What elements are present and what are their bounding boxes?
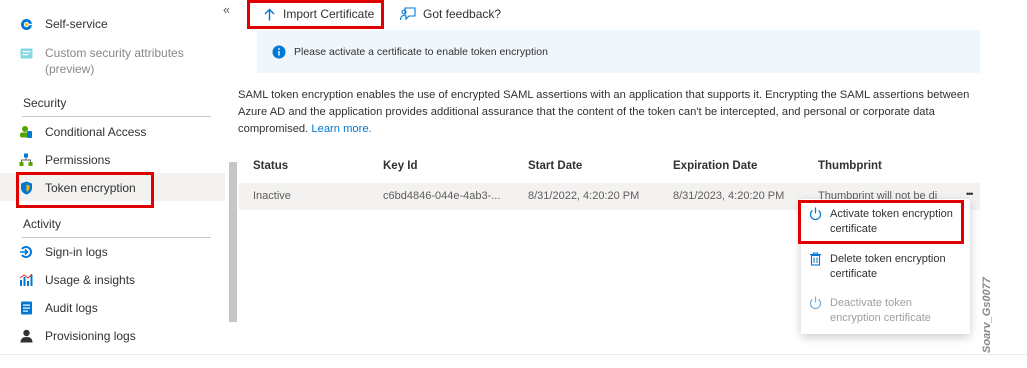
divider [0, 354, 1027, 355]
sidebar-item-conditional-access[interactable]: Conditional Access [18, 124, 146, 140]
context-menu: Activate token encryption certificate De… [801, 199, 970, 334]
power-icon [809, 296, 823, 326]
sidebar-item-permissions[interactable]: Permissions [18, 152, 110, 168]
custom-attributes-icon [18, 45, 34, 61]
cell-expiration-date: 8/31/2023, 4:20:20 PM [673, 190, 785, 202]
cell-status: Inactive [253, 190, 291, 202]
sidebar-item-label: Token encryption [45, 181, 136, 195]
menu-item-label: Delete token encryption certificate [830, 253, 946, 280]
trash-icon [809, 252, 823, 282]
menu-item-delete[interactable]: Delete token encryption certificate [809, 252, 960, 282]
sidebar-item-label: Custom security attributes (preview) [45, 46, 184, 76]
sidebar-item-label: Permissions [45, 153, 111, 167]
learn-more-link[interactable]: Learn more. [311, 123, 371, 135]
sidebar-item-custom-security-attributes[interactable]: Custom security attributes (preview) [18, 45, 184, 77]
column-header-status[interactable]: Status [253, 160, 288, 172]
upload-arrow-icon [264, 8, 275, 21]
section-heading-activity: Activity [23, 217, 62, 231]
menu-item-label: Deactivate token encryption certificate [830, 297, 931, 324]
cell-key-id: c6bd4846-044e-4ab3-... [383, 190, 501, 202]
sidebar-item-label: Audit logs [45, 301, 98, 315]
divider [22, 116, 211, 117]
info-banner: Please activate a certificate to enable … [257, 30, 980, 73]
import-certificate-button[interactable]: Import Certificate [255, 1, 383, 27]
sidebar-item-token-encryption[interactable]: Token encryption [18, 180, 136, 196]
column-header-expiration-date[interactable]: Expiration Date [673, 160, 757, 172]
sidebar-scrollbar-thumb[interactable] [229, 162, 237, 322]
sidebar-item-label: Provisioning logs [45, 329, 136, 343]
feedback-button[interactable]: Got feedback? [400, 6, 501, 21]
feedback-icon [400, 6, 416, 21]
watermark: Soarv_Gs0077 [981, 276, 993, 353]
sidebar-item-label: Usage & insights [45, 273, 136, 287]
sidebar-item-usage-insights[interactable]: Usage & insights [18, 272, 135, 288]
permissions-icon [18, 152, 34, 168]
user-icon [18, 328, 34, 344]
sidebar-nav: Self-service Custom security attributes … [0, 0, 225, 352]
menu-item-label: Activate token encryption certificate [830, 208, 953, 235]
power-icon [809, 207, 823, 237]
column-header-start-date[interactable]: Start Date [528, 160, 582, 172]
sidebar-item-provisioning-logs[interactable]: Provisioning logs [18, 328, 136, 344]
banner-text: Please activate a certificate to enable … [294, 45, 548, 58]
sidebar-item-sign-in-logs[interactable]: Sign-in logs [18, 244, 108, 260]
sidebar-item-self-service[interactable]: Self-service [18, 16, 108, 32]
sidebar-item-label: Conditional Access [45, 125, 147, 139]
sidebar-item-audit-logs[interactable]: Audit logs [18, 300, 98, 316]
import-certificate-label: Import Certificate [283, 7, 375, 21]
sidebar-item-label: Self-service [45, 17, 108, 31]
section-heading-security: Security [23, 96, 67, 110]
column-header-thumbprint[interactable]: Thumbprint [818, 160, 882, 172]
divider [22, 237, 211, 238]
sidebar-item-label: Sign-in logs [45, 245, 108, 259]
cell-start-date: 8/31/2022, 4:20:20 PM [528, 190, 640, 202]
sign-in-icon [18, 244, 34, 260]
conditional-access-icon [18, 124, 34, 140]
more-options-icon[interactable]: ••• [966, 189, 974, 199]
chart-icon [18, 272, 34, 288]
column-header-key-id[interactable]: Key Id [383, 160, 418, 172]
watermark-text: Soarv_Gs0077 [981, 276, 993, 353]
menu-item-deactivate[interactable]: Deactivate token encryption certificate [809, 296, 955, 326]
feedback-label: Got feedback? [423, 6, 502, 21]
description-text: SAML token encryption enables the use of… [238, 87, 988, 138]
self-service-icon [18, 16, 34, 32]
info-icon [272, 45, 286, 59]
shield-icon [18, 180, 34, 196]
audit-log-icon [18, 300, 34, 316]
menu-item-activate[interactable]: Activate token encryption certificate [809, 207, 965, 237]
